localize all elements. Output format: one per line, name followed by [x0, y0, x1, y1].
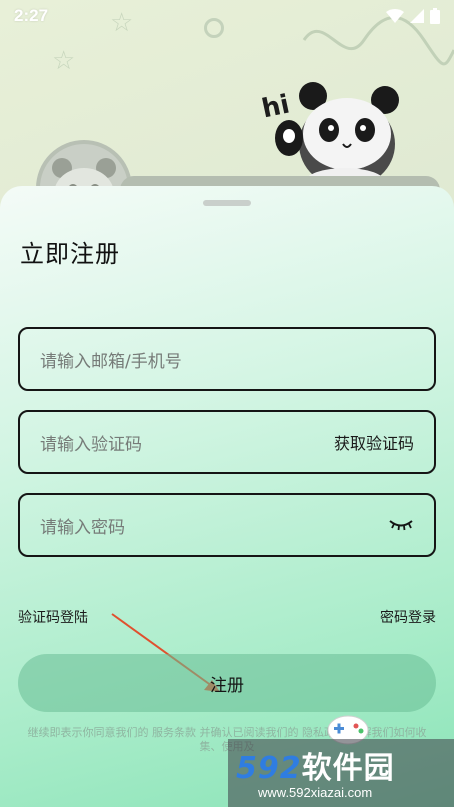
wifi-icon	[386, 9, 404, 23]
register-sheet: 立即注册 请输入邮箱/手机号 请输入验证码 获取验证码 请输入密码 验证码登陆 …	[0, 186, 454, 807]
verification-code-field[interactable]: 请输入验证码 获取验证码	[18, 410, 436, 474]
battery-icon	[430, 8, 440, 24]
page-title: 立即注册	[20, 240, 120, 268]
status-bar: 2:27	[0, 0, 454, 32]
email-phone-field[interactable]: 请输入邮箱/手机号	[18, 327, 436, 391]
eye-closed-icon[interactable]	[388, 518, 414, 532]
code-login-link[interactable]: 验证码登陆	[18, 607, 88, 627]
drag-handle[interactable]	[203, 200, 251, 206]
signal-icon	[410, 9, 424, 23]
watermark-brand-text: 软件园	[301, 751, 395, 786]
star-doodle-icon: ☆	[52, 46, 76, 76]
panda-mascot	[275, 82, 399, 192]
verification-code-placeholder: 请输入验证码	[40, 434, 142, 455]
watermark-url: www.592xiazai.com	[258, 785, 373, 800]
watermark-brand: 592软件园	[236, 743, 395, 787]
password-placeholder: 请输入密码	[40, 517, 125, 538]
password-field[interactable]: 请输入密码	[18, 493, 436, 557]
password-login-link[interactable]: 密码登录	[380, 607, 436, 627]
get-code-button[interactable]: 获取验证码	[334, 430, 414, 454]
email-phone-placeholder: 请输入邮箱/手机号	[40, 351, 182, 372]
status-time: 2:27	[14, 6, 49, 25]
register-button[interactable]: 注册	[18, 654, 436, 712]
register-button-label: 注册	[210, 675, 244, 696]
watermark-brand-number: 592	[236, 751, 302, 786]
watermark: 592软件园 www.592xiazai.com	[228, 739, 454, 807]
